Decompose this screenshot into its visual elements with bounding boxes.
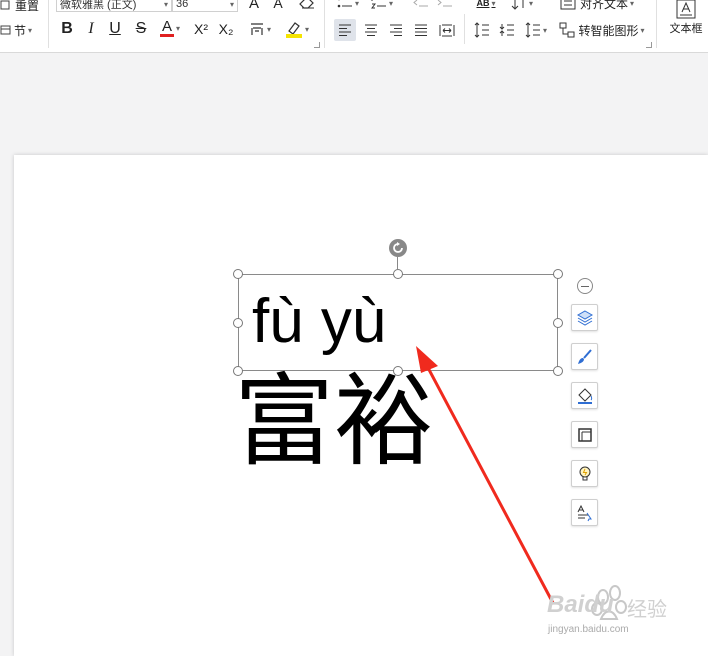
watermark-url: jingyan.baidu.com [548,624,629,635]
watermark-brand: Baidu [547,591,614,618]
watermark-brand-cn: 经验 [627,599,667,621]
annotation-arrow [416,346,555,605]
